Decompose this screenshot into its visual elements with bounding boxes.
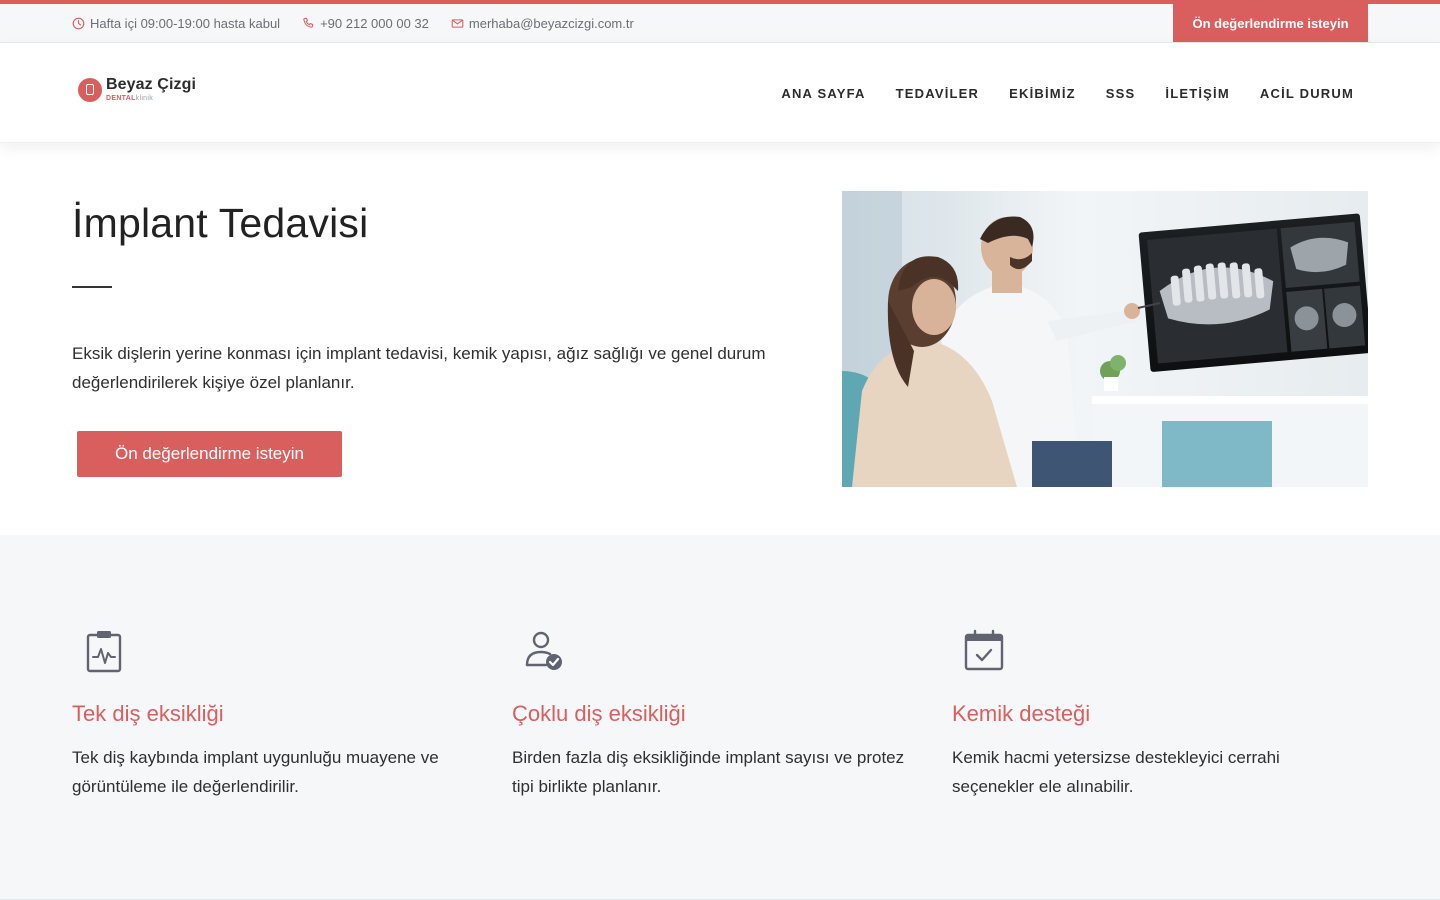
brand-name: Beyaz Çizgi [106, 76, 197, 93]
email-link[interactable]: merhaba@beyazcizgi.com.tr [451, 16, 634, 31]
phone-text: +90 212 000 00 32 [320, 15, 429, 31]
feature-text: Birden fazla diş eksikliğinde implant sa… [512, 748, 905, 796]
top-info-bar: Hafta içi 09:00-19:00 hasta kabul +90 21… [0, 4, 1440, 43]
feature-text: Tek diş kaybında implant uygunluğu muaye… [72, 748, 439, 796]
top-assessment-button[interactable]: Ön değerlendirme isteyin [1173, 4, 1368, 42]
brand-subtitle-rest: klinik [135, 95, 154, 102]
site-header: Beyaz Çizgi DENTALklinik ANA SAYFA TEDAV… [0, 43, 1440, 143]
phone-link[interactable]: +90 212 000 00 32 [302, 16, 429, 31]
tooth-icon [78, 77, 102, 102]
page-title: İmplant Tedavisi [72, 200, 369, 246]
main-nav: ANA SAYFA TEDAVİLER EKİBİMİZ SSS İLETİŞİ… [781, 43, 1354, 143]
feature-title: Tek diş eksikliği [72, 701, 224, 726]
nav-item-team[interactable]: EKİBİMİZ [1009, 86, 1076, 101]
clock-icon [72, 17, 85, 30]
calendar-check-icon [962, 629, 1006, 673]
nav-item-treatments[interactable]: TEDAVİLER [896, 86, 980, 101]
clipboard-pulse-icon [82, 629, 126, 673]
feature-title: Kemik desteği [952, 701, 1091, 726]
nav-item-home[interactable]: ANA SAYFA [781, 86, 865, 101]
opening-hours-text: Hafta içi 09:00-19:00 hasta kabul [90, 15, 281, 31]
brand-text: Beyaz Çizgi DENTALklinik [106, 76, 197, 103]
hero-photo-dentist-xray [842, 191, 1368, 487]
brand-subtitle: DENTALklinik [106, 95, 196, 102]
brand-subtitle-accent: DENTAL [106, 95, 136, 102]
feature-card: Tek diş eksikliği Tek diş kaybında impla… [72, 629, 472, 801]
nav-item-contact[interactable]: İLETİŞİM [1165, 86, 1230, 101]
feature-text: Kemik hacmi yetersizse destekleyici cerr… [952, 748, 1280, 796]
mail-icon [451, 17, 464, 30]
feature-card: Kemik desteği Kemik hacmi yetersizse des… [952, 629, 1352, 801]
opening-hours: Hafta içi 09:00-19:00 hasta kabul [72, 16, 280, 31]
nav-item-faq[interactable]: SSS [1106, 86, 1136, 101]
email-text: merhaba@beyazcizgi.com.tr [468, 15, 634, 31]
contact-info: Hafta içi 09:00-19:00 hasta kabul +90 21… [72, 4, 634, 42]
feature-card: Çoklu diş eksikliği Birden fazla diş eks… [512, 629, 912, 801]
hero-description: Eksik dişlerin yerine konması için impla… [72, 344, 766, 392]
user-check-icon [522, 629, 566, 673]
features-section: Tek diş eksikliği Tek diş kaybında impla… [0, 535, 1440, 900]
feature-title: Çoklu diş eksikliği [512, 701, 686, 726]
brand-logo[interactable]: Beyaz Çizgi DENTALklinik [78, 77, 196, 102]
title-divider [72, 286, 112, 288]
nav-item-emergency[interactable]: ACİL DURUM [1260, 86, 1354, 101]
hero-assessment-button[interactable]: Ön değerlendirme isteyin [77, 431, 342, 477]
phone-icon [302, 17, 315, 30]
